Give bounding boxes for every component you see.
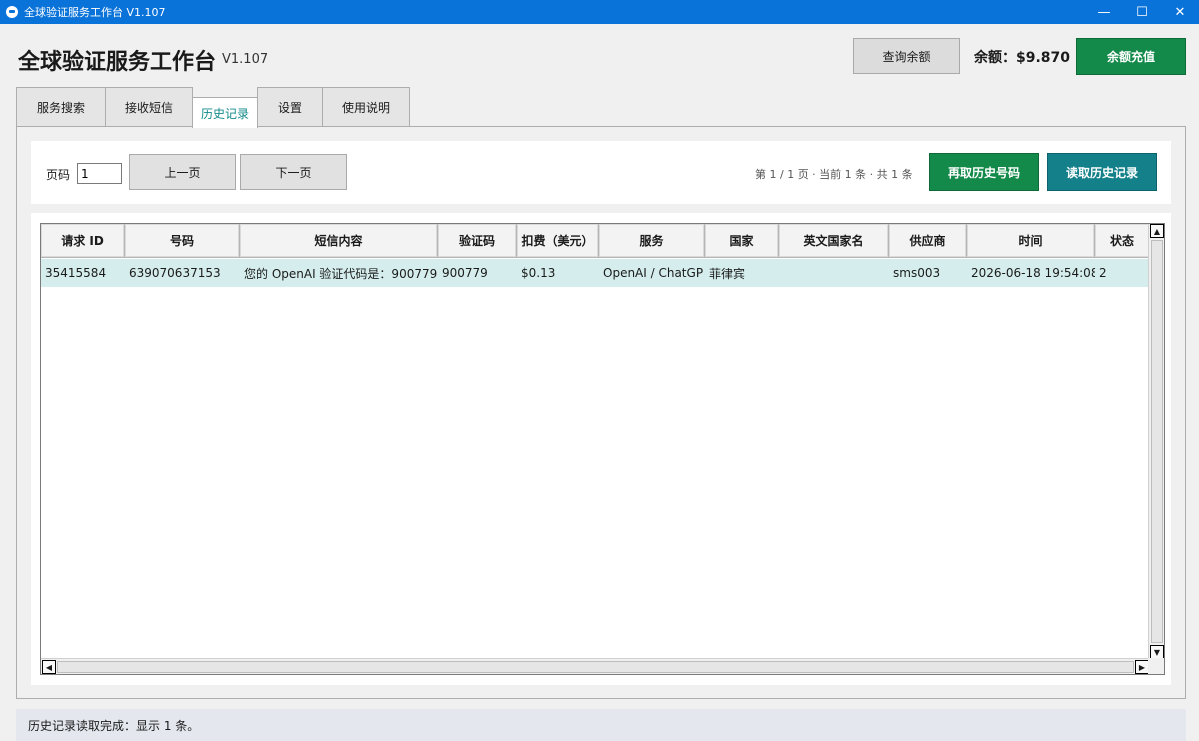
next-page-button[interactable]: 下一页 xyxy=(240,154,347,190)
column-header-service[interactable]: 服务 xyxy=(599,224,705,258)
cell-service: OpenAI / ChatGP xyxy=(603,266,704,280)
status-bar: 历史记录读取完成：显示 1 条。 xyxy=(16,709,1186,741)
close-icon[interactable]: ✕ xyxy=(1161,0,1199,24)
scroll-up-icon[interactable]: ▲ xyxy=(1150,224,1164,238)
column-header-number[interactable]: 号码 xyxy=(125,224,240,258)
page-number-input[interactable] xyxy=(77,163,122,184)
history-grid-container: 请求 ID 号码 短信内容 验证码 扣费（美元） 服务 国家 英文国家名 供应商… xyxy=(31,213,1171,685)
vertical-scrollbar[interactable]: ▲ ▼ xyxy=(1148,224,1164,659)
cell-provider: sms003 xyxy=(893,266,941,280)
cell-request-id: 35415584 xyxy=(45,266,107,280)
cell-charge: $0.13 xyxy=(521,266,556,280)
query-balance-button[interactable]: 查询余额 xyxy=(853,38,960,74)
cell-status: 2 xyxy=(1099,266,1107,280)
column-header-country-en[interactable]: 英文国家名 xyxy=(779,224,889,258)
scroll-left-icon[interactable]: ◀ xyxy=(42,660,56,674)
cell-time: 2026-06-18 19:54:08 xyxy=(971,266,1095,280)
column-header-country[interactable]: 国家 xyxy=(705,224,779,258)
cell-code: 900779 xyxy=(442,266,488,280)
column-header-request-id[interactable]: 请求 ID xyxy=(41,224,125,258)
scroll-right-icon[interactable]: ▶ xyxy=(1135,660,1149,674)
app-version: V1.107 xyxy=(222,52,269,67)
history-toolbar: 页码 上一页 下一页 第 1 / 1 页 · 当前 1 条 · 共 1 条 再取… xyxy=(31,141,1171,204)
cell-sms-content: 您的 OpenAI 验证代码是：900779 xyxy=(244,266,438,281)
column-header-time[interactable]: 时间 xyxy=(967,224,1095,258)
scroll-down-icon[interactable]: ▼ xyxy=(1150,645,1164,659)
cell-country: 菲律宾 xyxy=(709,266,746,281)
scrollbar-corner xyxy=(1148,658,1164,674)
refetch-history-number-button[interactable]: 再取历史号码 xyxy=(929,153,1039,191)
horizontal-scroll-thumb[interactable] xyxy=(57,661,1134,673)
app-icon xyxy=(6,6,18,18)
balance-display: 余额：$9.870 xyxy=(974,50,1071,66)
window-controls: — ☐ ✕ xyxy=(1085,0,1199,24)
tab-service-search[interactable]: 服务搜索 xyxy=(16,87,106,127)
column-header-provider[interactable]: 供应商 xyxy=(889,224,967,258)
vertical-scroll-thumb[interactable] xyxy=(1151,240,1163,643)
page-info: 第 1 / 1 页 · 当前 1 条 · 共 1 条 xyxy=(755,168,913,181)
maximize-icon[interactable]: ☐ xyxy=(1123,0,1161,24)
prev-page-button[interactable]: 上一页 xyxy=(129,154,236,190)
app-title: 全球验证服务工作台 xyxy=(18,50,217,75)
page-number-label: 页码 xyxy=(46,168,71,182)
window-title: 全球验证服务工作台 V1.107 xyxy=(24,6,166,19)
history-table[interactable]: 请求 ID 号码 短信内容 验证码 扣费（美元） 服务 国家 英文国家名 供应商… xyxy=(40,223,1165,675)
window-titlebar: 全球验证服务工作台 V1.107 — ☐ ✕ xyxy=(0,0,1199,24)
app-header: 全球验证服务工作台 V1.107 查询余额 余额：$9.870 余额充值 xyxy=(0,24,1199,86)
table-row[interactable]: 35415584 639070637153 您的 OpenAI 验证代码是：90… xyxy=(41,259,1150,287)
tab-usage-guide[interactable]: 使用说明 xyxy=(322,87,410,127)
cell-number: 639070637153 xyxy=(129,266,221,280)
status-message: 历史记录读取完成：显示 1 条。 xyxy=(28,718,200,733)
recharge-button[interactable]: 余额充值 xyxy=(1076,38,1186,75)
cell-country-en xyxy=(779,259,889,287)
column-header-code[interactable]: 验证码 xyxy=(438,224,517,258)
tab-history[interactable]: 历史记录 xyxy=(192,97,258,128)
minimize-icon[interactable]: — xyxy=(1085,0,1123,24)
read-history-button[interactable]: 读取历史记录 xyxy=(1047,153,1157,191)
table-header: 请求 ID 号码 短信内容 验证码 扣费（美元） 服务 国家 英文国家名 供应商… xyxy=(41,224,1150,258)
tab-receive-sms[interactable]: 接收短信 xyxy=(105,87,193,127)
column-header-status[interactable]: 状态 xyxy=(1095,224,1150,258)
column-header-sms-content[interactable]: 短信内容 xyxy=(240,224,438,258)
tab-settings[interactable]: 设置 xyxy=(257,87,323,127)
horizontal-scrollbar[interactable]: ◀ ▶ xyxy=(41,658,1150,674)
column-header-charge[interactable]: 扣费（美元） xyxy=(517,224,599,258)
